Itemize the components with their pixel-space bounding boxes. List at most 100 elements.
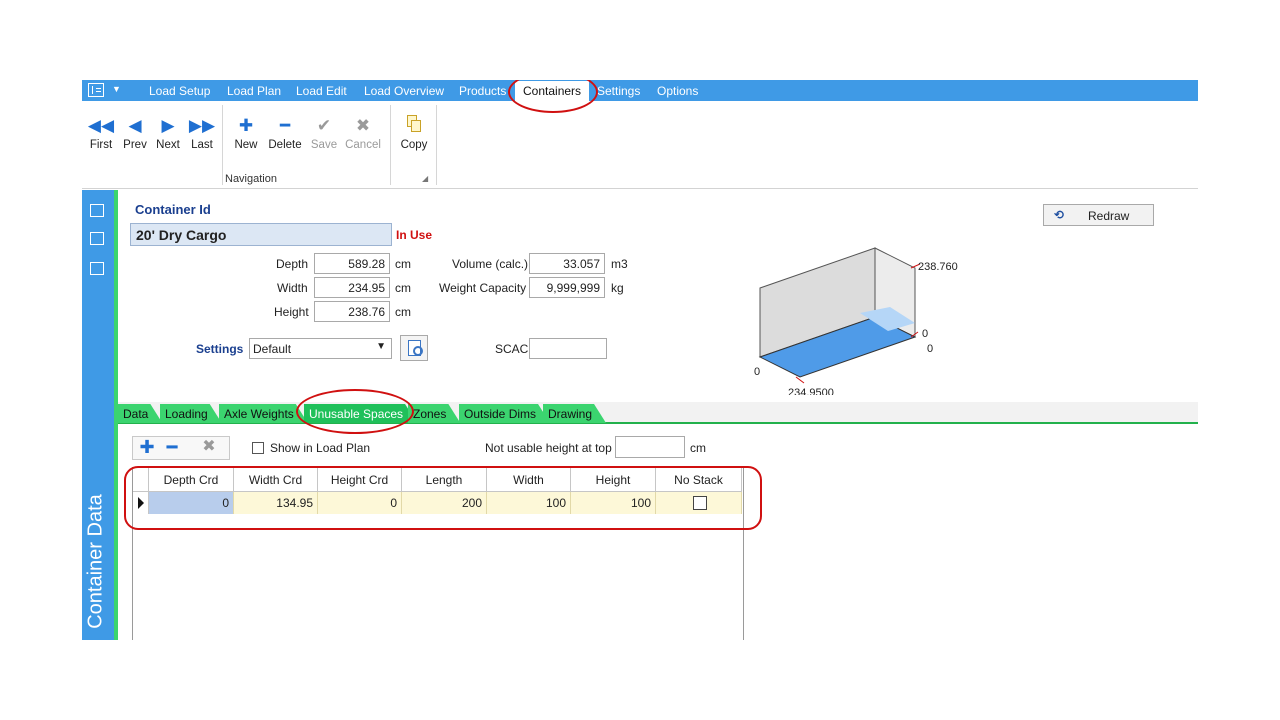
last-button-label: Last [191, 139, 213, 151]
weight-capacity-label: Weight Capacity [439, 281, 527, 295]
app-menu-icon[interactable] [88, 83, 104, 97]
width-unit: cm [395, 281, 411, 295]
copy-button-label: Copy [400, 139, 428, 151]
tab-strip: Data Loading Axle Weights Unusable Space… [118, 402, 1198, 424]
height-field[interactable]: 238.76 [314, 301, 390, 322]
save-button-label: Save [310, 139, 338, 151]
settings-selected-value: Default [253, 342, 292, 356]
column-header-width[interactable]: Width [487, 468, 571, 492]
new-button-label: New [234, 139, 258, 151]
delete-button-label: Delete [268, 139, 302, 151]
left-sidebar: Container Data [82, 190, 114, 640]
add-row-button[interactable]: ✚ [136, 437, 158, 457]
copy-button[interactable]: Copy [394, 115, 434, 151]
ribbon-separator [390, 105, 391, 185]
volume-unit: m3 [611, 257, 628, 271]
show-in-load-plan-label: Show in Load Plan [270, 441, 371, 455]
container-3d-preview: 238.760 0 0 0 234.9500 [754, 247, 958, 395]
cell-length[interactable]: 200 [402, 492, 487, 514]
volume-field: 33.057 [529, 253, 605, 274]
settings-select[interactable]: Default ▼ [249, 338, 392, 359]
remove-row-button[interactable]: ━ [161, 437, 183, 457]
redraw-button[interactable]: ⟲ Redraw [1043, 204, 1154, 226]
app-window: ▼ Load Setup Load Plan Load Edit Load Ov… [82, 80, 1198, 640]
column-header-height[interactable]: Height [571, 468, 656, 492]
tab-unusable-spaces[interactable]: Unusable Spaces [304, 404, 417, 423]
cell-depth-crd[interactable]: 0 [149, 492, 234, 514]
menu-products[interactable]: Products [459, 84, 506, 98]
column-header-depth-crd[interactable]: Depth Crd [149, 468, 234, 492]
navigation-group-label: Navigation [225, 173, 277, 185]
not-usable-height-unit: cm [690, 441, 706, 455]
menu-load-edit[interactable]: Load Edit [296, 84, 347, 98]
preview-tick [795, 376, 805, 384]
column-header-width-crd[interactable]: Width Crd [234, 468, 318, 492]
preview-height-label: 238.760 [918, 261, 958, 273]
no-stack-checkbox[interactable] [693, 496, 707, 510]
refresh-icon: ⟲ [1054, 208, 1065, 222]
cancel-button[interactable]: ✖ Cancel [343, 115, 383, 151]
delete-button[interactable]: ━ Delete [265, 115, 305, 151]
width-field[interactable]: 234.95 [314, 277, 390, 298]
menu-bar: ▼ Load Setup Load Plan Load Edit Load Ov… [82, 80, 1198, 101]
tab-drawing[interactable]: Drawing [543, 404, 606, 423]
row-indicator-icon[interactable] [133, 492, 149, 514]
container-form: Container Id 20' Dry Cargo In Use Depth … [118, 190, 1198, 402]
last-button[interactable]: ▶▶ Last [182, 115, 222, 151]
depth-field[interactable]: 589.28 [314, 253, 390, 274]
column-header-no-stack[interactable]: No Stack [656, 468, 742, 492]
cell-height-crd[interactable]: 0 [318, 492, 402, 514]
not-usable-height-field[interactable] [615, 436, 685, 458]
container-id-field[interactable]: 20' Dry Cargo [130, 223, 392, 246]
menu-settings[interactable]: Settings [597, 84, 640, 98]
column-header-length[interactable]: Length [402, 468, 487, 492]
cell-width[interactable]: 100 [487, 492, 571, 514]
list-icon[interactable] [90, 232, 104, 245]
copy-icon [394, 115, 434, 137]
preview-zero-label: 0 [927, 343, 933, 355]
depth-label: Depth [276, 257, 309, 271]
tree-icon[interactable] [90, 204, 104, 217]
tab-axle-weights[interactable]: Axle Weights [219, 404, 308, 423]
plus-icon: ✚ [238, 116, 254, 135]
cell-height[interactable]: 100 [571, 492, 656, 514]
menu-load-overview[interactable]: Load Overview [364, 84, 444, 98]
volume-label: Volume (calc.) [452, 257, 529, 271]
scac-field[interactable] [529, 338, 607, 359]
minus-icon: ━ [279, 116, 291, 135]
tab-zones[interactable]: Zones [408, 404, 460, 423]
status-badge: In Use [396, 228, 433, 242]
dialog-launcher-icon[interactable]: ◢ [422, 174, 428, 183]
unusable-spaces-grid: Depth Crd Width Crd Height Crd Length Wi… [132, 467, 744, 640]
weight-capacity-field[interactable]: 9,999,999 [529, 277, 605, 298]
grid-corner-header [133, 468, 149, 492]
ribbon-separator [436, 105, 437, 185]
checkmark-icon: ✔ [316, 116, 332, 135]
cancel-button-label: Cancel [345, 139, 381, 151]
preview-zero-label: 0 [754, 366, 760, 378]
close-icon: ✖ [355, 116, 371, 135]
settings-label: Settings [196, 342, 244, 356]
sidebar-title: Container Data [84, 494, 107, 629]
show-in-load-plan-checkbox[interactable] [252, 442, 264, 454]
new-button[interactable]: ✚ New [226, 115, 266, 151]
weight-unit: kg [611, 281, 624, 295]
tab-outside-dims[interactable]: Outside Dims [459, 404, 550, 423]
height-unit: cm [395, 305, 411, 319]
app-menu-caret-icon[interactable]: ▼ [112, 84, 121, 94]
menu-containers[interactable]: Containers [515, 81, 590, 101]
cell-width-crd[interactable]: 134.95 [234, 492, 318, 514]
menu-options[interactable]: Options [657, 84, 698, 98]
preview-icon[interactable] [90, 262, 104, 275]
menu-load-plan[interactable]: Load Plan [227, 84, 281, 98]
clear-rows-button[interactable]: ✖ [198, 437, 220, 457]
not-usable-height-label: Not usable height at top [485, 441, 612, 455]
tab-loading[interactable]: Loading [160, 404, 222, 423]
preview-width-label: 234.9500 [788, 387, 834, 395]
settings-lookup-button[interactable] [400, 335, 428, 361]
column-header-height-crd[interactable]: Height Crd [318, 468, 402, 492]
save-button[interactable]: ✔ Save [304, 115, 344, 151]
tab-data[interactable]: Data [118, 404, 162, 423]
menu-load-setup[interactable]: Load Setup [149, 84, 210, 98]
height-label: Height [274, 305, 309, 319]
